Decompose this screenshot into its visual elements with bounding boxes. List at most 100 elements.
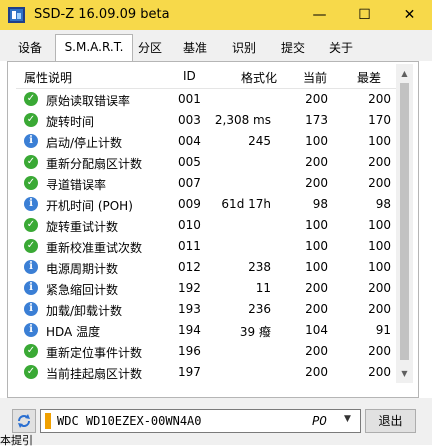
scroll-thumb[interactable] [400, 83, 409, 360]
attribute-worst-value: 91 [375, 323, 391, 337]
scroll-down-arrow-icon[interactable]: ▼ [396, 365, 413, 382]
maximize-button[interactable]: ☐ [342, 0, 387, 30]
attribute-name: 原始读取错误率 [46, 94, 131, 108]
ssd-z-app-icon [8, 7, 25, 23]
attribute-name: 加载/卸载计数 [46, 304, 123, 318]
attribute-id: 005 [178, 155, 201, 169]
attribute-current-value: 100 [305, 218, 328, 232]
attribute-name: HDA 温度 [46, 325, 101, 339]
attribute-id: 194 [178, 323, 201, 337]
attribute-formatted-value: 236 [248, 302, 271, 316]
attribute-worst-value: 200 [368, 365, 391, 379]
column-worst-header[interactable]: 最差 [357, 69, 381, 86]
window-title: SSD-Z 16.09.09 beta [34, 7, 170, 22]
tab-partitions[interactable]: 分区 [134, 37, 166, 59]
table-row[interactable]: ✓ 原始读取错误率 001 200 200 [16, 89, 396, 110]
table-header: 属性说明 ID 格式化 当前 最差 [16, 64, 396, 89]
table-row[interactable]: i 加载/卸载计数 193 236 200 200 [16, 299, 396, 320]
table-row[interactable]: ✓ 寻道错误率 007 200 200 [16, 173, 396, 194]
attribute-current-value: 98 [312, 197, 328, 211]
table-row[interactable]: ✓ 旋转时间 003 2,308 ms 173 170 [16, 110, 396, 131]
tab-smart[interactable]: S.M.A.R.T. [55, 34, 133, 61]
refresh-button[interactable] [12, 409, 36, 433]
status-info-icon: i [24, 281, 38, 295]
attribute-worst-value: 200 [368, 155, 391, 169]
table-row[interactable]: i 紧急缩回计数 192 11 200 200 [16, 278, 396, 299]
status-info-icon: i [24, 134, 38, 148]
drive-color-marker [45, 413, 51, 429]
tab-identify[interactable]: 识别 [225, 37, 263, 59]
attribute-current-value: 200 [305, 176, 328, 190]
status-info-icon: i [24, 323, 38, 337]
attribute-formatted-value: 238 [248, 260, 271, 274]
attribute-id: 196 [178, 344, 201, 358]
attribute-worst-value: 200 [368, 92, 391, 106]
table-row[interactable]: ✓ 当前挂起扇区计数 197 200 200 [16, 362, 396, 383]
column-current-header[interactable]: 当前 [303, 69, 327, 86]
tab-strip: 设备 S.M.A.R.T. 分区 基准 识别 提交 关于 [0, 30, 432, 61]
attribute-formatted-value: 245 [248, 134, 271, 148]
attribute-name: 旋转时间 [46, 115, 95, 129]
attribute-worst-value: 100 [368, 239, 391, 253]
attribute-id: 004 [178, 134, 201, 148]
attribute-name: 开机时间 (POH) [46, 199, 133, 213]
status-ok-check-icon: ✓ [24, 92, 38, 106]
status-ok-check-icon: ✓ [24, 155, 38, 169]
column-id-header[interactable]: ID [183, 69, 196, 83]
attribute-id: 012 [178, 260, 201, 274]
dropdown-arrow-icon: ▼ [344, 414, 351, 424]
attribute-id: 192 [178, 281, 201, 295]
attribute-id: 007 [178, 176, 201, 190]
status-info-icon: i [24, 197, 38, 211]
attribute-id: 197 [178, 365, 201, 379]
table-row[interactable]: i HDA 温度 194 39 癈 104 91 [16, 320, 396, 341]
attribute-current-value: 200 [305, 365, 328, 379]
exit-button[interactable]: 退出 [365, 409, 416, 433]
table-row[interactable]: ✓ 重新定位事件计数 196 200 200 [16, 341, 396, 362]
status-info-icon: i [24, 302, 38, 316]
attribute-current-value: 100 [305, 260, 328, 274]
attribute-formatted-value: 39 癈 [239, 325, 271, 339]
vertical-scrollbar[interactable]: ▲ ▼ [396, 64, 413, 383]
table-row[interactable]: i 启动/停止计数 004 245 100 100 [16, 131, 396, 152]
attribute-worst-value: 200 [368, 302, 391, 316]
attribute-worst-value: 200 [368, 344, 391, 358]
attribute-current-value: 200 [305, 302, 328, 316]
tab-about[interactable]: 关于 [322, 37, 360, 59]
table-row[interactable]: i 电源周期计数 012 238 100 100 [16, 257, 396, 278]
table-row[interactable]: i 开机时间 (POH) 009 61d 17h 98 98 [16, 194, 396, 215]
column-name-header[interactable]: 属性说明 [24, 69, 72, 86]
attribute-id: 011 [178, 239, 201, 253]
attribute-formatted-value: 2,308 ms [214, 113, 271, 127]
attribute-name: 重新分配扇区计数 [46, 157, 143, 171]
attribute-worst-value: 170 [368, 113, 391, 127]
attribute-name: 寻道错误率 [46, 178, 107, 192]
status-ok-check-icon: ✓ [24, 365, 38, 379]
drive-name: WDC WD10EZEX-00WN4A0 [57, 414, 202, 428]
tab-benchmark[interactable]: 基准 [176, 37, 214, 59]
drive-select[interactable]: WDC WD10EZEX-00WN4A0 P0 ▼ [40, 409, 361, 433]
table-row[interactable]: ✓ 重新分配扇区计数 005 200 200 [16, 152, 396, 173]
minimize-button[interactable]: — [297, 0, 342, 30]
status-ok-check-icon: ✓ [24, 218, 38, 232]
attribute-formatted-value: 11 [255, 281, 271, 295]
status-ok-check-icon: ✓ [24, 176, 38, 190]
table-row[interactable]: ✓ 旋转重试计数 010 100 100 [16, 215, 396, 236]
attribute-worst-value: 100 [368, 134, 391, 148]
attribute-name: 电源周期计数 [46, 262, 119, 276]
attribute-current-value: 173 [305, 113, 328, 127]
table-row[interactable]: ✓ 重新校准重试次数 011 100 100 [16, 236, 396, 257]
scroll-up-arrow-icon[interactable]: ▲ [396, 65, 413, 82]
close-button[interactable]: ✕ [387, 0, 432, 30]
attribute-worst-value: 100 [368, 218, 391, 232]
status-info-icon: i [24, 260, 38, 274]
tab-device[interactable]: 设备 [10, 37, 50, 59]
title-bar: SSD-Z 16.09.09 beta — ☐ ✕ [0, 0, 432, 30]
refresh-icon [18, 414, 30, 428]
attribute-name: 旋转重试计数 [46, 220, 119, 234]
tab-submit[interactable]: 提交 [274, 37, 312, 59]
attribute-worst-value: 200 [368, 281, 391, 295]
attribute-id: 009 [178, 197, 201, 211]
column-formatted-header[interactable]: 格式化 [241, 69, 277, 86]
attribute-current-value: 200 [305, 92, 328, 106]
